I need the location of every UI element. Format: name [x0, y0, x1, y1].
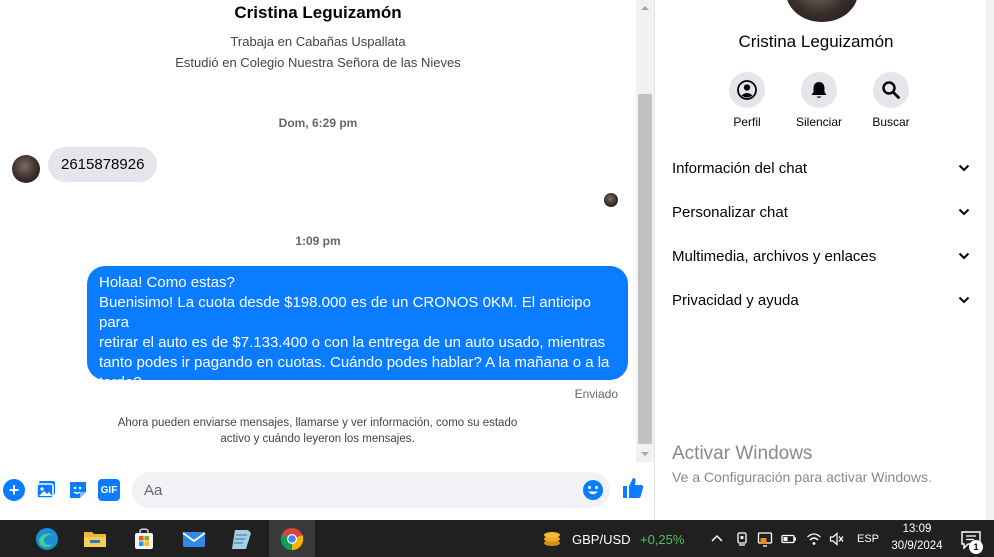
- message-line: Buenisimo! La cuota desde $198.000 es de…: [99, 294, 591, 331]
- store-icon[interactable]: [130, 525, 158, 553]
- volume-muted-icon[interactable]: [829, 531, 845, 547]
- clock-time[interactable]: 13:09: [888, 523, 946, 535]
- message-line: tarde?: [99, 374, 142, 391]
- scroll-down-arrow-icon[interactable]: [636, 446, 654, 462]
- windows-taskbar: GBP/USD +0,25% ESP 13:09 30/9/2024 1: [0, 520, 994, 557]
- message-line: Holaa! Como estas?: [99, 274, 235, 291]
- section-label: Privacidad y ayuda: [672, 291, 799, 309]
- bell-icon: [811, 82, 827, 98]
- chevron-down-icon: [958, 208, 970, 216]
- panel-contact-avatar[interactable]: [786, 0, 858, 22]
- mail-icon[interactable]: [180, 525, 208, 553]
- notepad-icon[interactable]: [228, 525, 256, 553]
- remote-desktop-icon[interactable]: [757, 531, 773, 547]
- privacy-info-note: Ahora pueden enviarse mensajes, llamarse…: [90, 415, 545, 447]
- chevron-down-icon: [958, 296, 970, 304]
- chat-contact-name: Cristina Leguizamón: [234, 3, 402, 22]
- profile-icon: [737, 80, 757, 100]
- info-note-line: activo y cuándo leyeron los mensajes.: [220, 433, 415, 445]
- section-label: Multimedia, archivos y enlaces: [672, 247, 877, 265]
- notification-count-badge: 1: [969, 540, 983, 554]
- scroll-up-arrow-icon[interactable]: [636, 0, 654, 16]
- sticker-icon[interactable]: [67, 479, 89, 501]
- contact-work-info: Trabaja en Cabañas Uspallata: [230, 34, 406, 49]
- messenger-window: Cristina Leguizamón Trabaja en Cabañas U…: [0, 0, 994, 557]
- activate-windows-subtitle: Ve a Configuración para activar Windows.: [672, 469, 932, 485]
- edge-icon[interactable]: [33, 525, 61, 553]
- section-privacy-help[interactable]: Privacidad y ayuda: [672, 285, 971, 315]
- profile-label: Perfil: [733, 115, 761, 129]
- thumbs-up-icon[interactable]: [621, 476, 645, 500]
- battery-icon[interactable]: [781, 531, 797, 547]
- chat-info-panel: Cristina Leguizamón Perfil Silenciar Bus…: [655, 0, 994, 520]
- emoji-icon[interactable]: [582, 479, 604, 501]
- contact-avatar[interactable]: [12, 155, 40, 183]
- panel-contact-name: Cristina Leguizamón: [738, 32, 894, 51]
- chevron-up-icon[interactable]: [709, 531, 725, 547]
- section-chat-info[interactable]: Información del chat: [672, 153, 971, 183]
- clock-date[interactable]: 30/9/2024: [888, 540, 946, 552]
- profile-button[interactable]: Perfil: [717, 72, 777, 129]
- incoming-message-bubble[interactable]: 2615878926: [48, 147, 158, 182]
- scroll-thumb[interactable]: [638, 94, 652, 444]
- gif-button[interactable]: GIF: [98, 479, 120, 501]
- more-actions-button[interactable]: +: [3, 479, 25, 501]
- stock-ticker-name[interactable]: GBP/USD: [572, 532, 631, 547]
- message-line: retirar el auto es de $7.133.400 o con l…: [99, 334, 606, 351]
- contact-study-info: Estudió en Colegio Nuestra Señora de las…: [175, 55, 461, 70]
- photo-icon[interactable]: [35, 479, 57, 501]
- chat-scrollbar[interactable]: [636, 0, 654, 462]
- message-composer: + GIF: [0, 468, 654, 514]
- outgoing-message-bubble[interactable]: Holaa! Como estas? Buenisimo! La cuota d…: [87, 266, 628, 391]
- message-line: tanto podes ir pagando en cuotas. Cuándo…: [99, 354, 610, 371]
- message-timestamp: 1:09 pm: [295, 234, 341, 248]
- mute-label: Silenciar: [795, 115, 843, 129]
- section-label: Personalizar chat: [672, 203, 788, 221]
- section-customize-chat[interactable]: Personalizar chat: [672, 197, 971, 227]
- read-receipt-avatar: [604, 193, 618, 207]
- search-button[interactable]: Buscar: [861, 72, 921, 129]
- stock-ticker-change[interactable]: +0,25%: [640, 532, 684, 547]
- search-label: Buscar: [872, 115, 910, 129]
- mute-button[interactable]: Silenciar: [789, 72, 849, 129]
- input-language[interactable]: ESP: [857, 533, 879, 545]
- window-edge: [986, 0, 994, 520]
- chevron-down-icon: [958, 164, 970, 172]
- message-timestamp: Dom, 6:29 pm: [278, 116, 358, 130]
- webcam-icon[interactable]: [734, 531, 750, 547]
- section-label: Información del chat: [672, 159, 808, 177]
- search-icon: [882, 81, 900, 99]
- message-input[interactable]: [144, 472, 574, 508]
- chrome-icon[interactable]: [278, 525, 306, 553]
- wifi-icon[interactable]: [806, 531, 822, 547]
- chevron-down-icon: [958, 252, 970, 260]
- sent-status: Enviado: [574, 387, 618, 401]
- coins-icon[interactable]: [541, 528, 563, 548]
- message-input-container: [132, 472, 610, 508]
- activate-windows-title: Activar Windows: [672, 443, 813, 464]
- section-media-files-links[interactable]: Multimedia, archivos y enlaces: [672, 241, 971, 271]
- chat-area: Cristina Leguizamón Trabaja en Cabañas U…: [0, 0, 636, 520]
- info-note-line: Ahora pueden enviarse mensajes, llamarse…: [117, 417, 518, 429]
- file-explorer-icon[interactable]: [81, 525, 109, 553]
